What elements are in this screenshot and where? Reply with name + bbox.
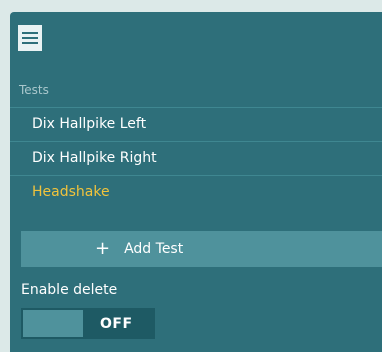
test-item-headshake[interactable]: Headshake [10,175,382,209]
tests-section-label: Tests [19,83,49,97]
toggle-knob [23,310,83,337]
side-panel: Tests Dix Hallpike Left Dix Hallpike Rig… [10,12,382,352]
add-test-label: Add Test [124,241,184,257]
enable-delete-label: Enable delete [21,282,118,298]
add-test-button[interactable]: + Add Test [21,231,382,267]
tests-list: Dix Hallpike Left Dix Hallpike Right Hea… [10,107,382,209]
test-item-dix-hallpike-left[interactable]: Dix Hallpike Left [10,107,382,141]
test-item-dix-hallpike-right[interactable]: Dix Hallpike Right [10,141,382,175]
plus-icon: + [95,238,111,259]
enable-delete-toggle[interactable]: OFF [21,308,155,339]
toggle-state: OFF [100,315,133,332]
hamburger-icon[interactable] [18,25,42,51]
